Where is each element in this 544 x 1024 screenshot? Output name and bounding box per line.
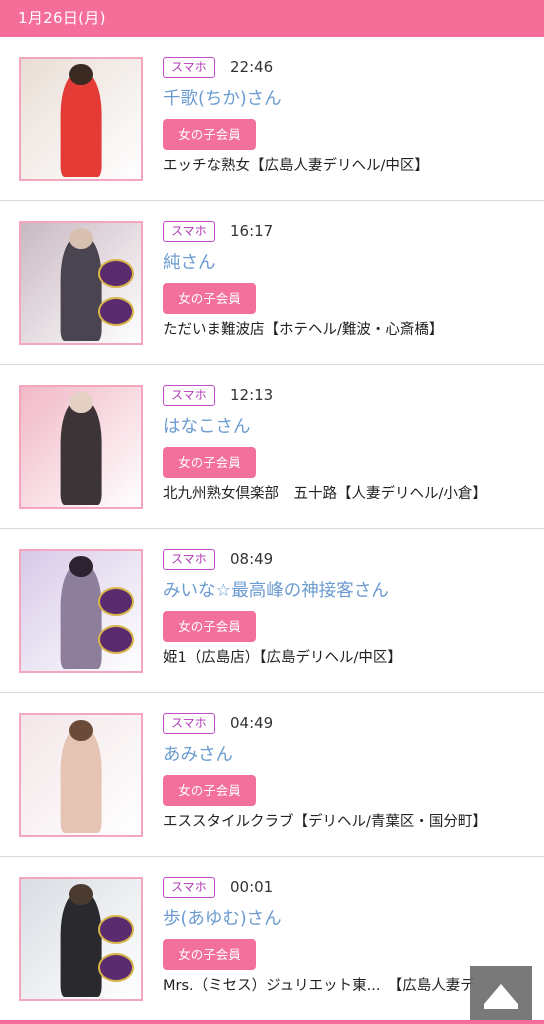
member-badge-button[interactable]: 女の子会員: [163, 775, 256, 806]
thumbnail-figure: [60, 565, 102, 669]
thumbnail-figure: [60, 237, 102, 341]
top-bar-icon: [484, 1004, 518, 1009]
shop-name[interactable]: 姫1（広島店）【広島デリヘル/中区】: [163, 647, 402, 669]
post-time: 00:01: [230, 878, 274, 896]
shop-name[interactable]: 北九州熟女倶楽部 五十路【人妻デリヘル/小倉】: [163, 483, 487, 505]
profile-thumbnail[interactable]: [19, 385, 143, 509]
profile-thumbnail[interactable]: [19, 221, 143, 345]
device-tag: スマホ: [163, 713, 215, 734]
thumbnail-head: [69, 883, 93, 906]
profile-thumbnail[interactable]: [19, 57, 143, 181]
device-tag: スマホ: [163, 549, 215, 570]
list-item[interactable]: スマホ 04:49 あみさん 女の子会員 エススタイルクラブ【デリヘル/青葉区・…: [0, 693, 544, 857]
thumbnail-head: [69, 719, 93, 742]
thumbnail-figure: [60, 893, 102, 997]
list-item[interactable]: スマホ 16:17 純さん 女の子会員 ただいま難波店【ホテヘル/難波・心斎橋】: [0, 201, 544, 365]
thumbnail-head: [69, 227, 93, 250]
ranking-badge-icon: [97, 625, 134, 655]
date-header: 1月26日(月): [0, 0, 544, 37]
device-tag: スマホ: [163, 221, 215, 242]
thumbnail-head: [69, 555, 93, 578]
list-item[interactable]: スマホ 08:49 みいな☆最高峰の神接客さん 女の子会員 姫1（広島店）【広島…: [0, 529, 544, 693]
post-time: 22:46: [230, 58, 274, 76]
post-time: 16:17: [230, 222, 274, 240]
ranking-badge-icon: [97, 915, 134, 944]
profile-thumbnail[interactable]: [19, 549, 143, 673]
thumbnail-figure: [60, 401, 102, 505]
post-time: 12:13: [230, 386, 274, 404]
girl-name-link[interactable]: 純さん: [163, 250, 216, 276]
list-item[interactable]: スマホ 22:46 千歌(ちか)さん 女の子会員 エッチな熟女【広島人妻デリヘル…: [0, 37, 544, 201]
device-tag: スマホ: [163, 877, 215, 898]
member-badge-button[interactable]: 女の子会員: [163, 611, 256, 642]
ranking-badge-icon: [97, 953, 134, 983]
shop-name[interactable]: Mrs.（ミセス）ジュリエット東... 【広島人妻デ: [163, 975, 475, 997]
device-tag: スマホ: [163, 57, 215, 78]
girl-name-link[interactable]: 千歌(ちか)さん: [163, 86, 282, 112]
girl-name-link[interactable]: あみさん: [163, 742, 233, 768]
ranking-badge-icon: [97, 587, 134, 616]
thumbnail-head: [69, 391, 93, 414]
scroll-to-top-button[interactable]: [470, 966, 532, 1024]
ranking-badge-icon: [97, 259, 134, 288]
diary-list: スマホ 22:46 千歌(ちか)さん 女の子会員 エッチな熟女【広島人妻デリヘル…: [0, 37, 544, 1021]
list-item[interactable]: スマホ 12:13 はなこさん 女の子会員 北九州熟女倶楽部 五十路【人妻デリヘ…: [0, 365, 544, 529]
ranking-badge-icon: [97, 297, 134, 327]
member-badge-button[interactable]: 女の子会員: [163, 447, 256, 478]
girl-name-link[interactable]: 歩(あゆむ)さん: [163, 906, 282, 932]
profile-thumbnail[interactable]: [19, 877, 143, 1001]
member-badge-button[interactable]: 女の子会員: [163, 119, 256, 150]
post-time: 08:49: [230, 550, 274, 568]
thumbnail-figure: [60, 729, 102, 833]
profile-thumbnail[interactable]: [19, 713, 143, 837]
list-item[interactable]: スマホ 00:01 歩(あゆむ)さん 女の子会員 Mrs.（ミセス）ジュリエット…: [0, 857, 544, 1021]
thumbnail-figure: [60, 73, 102, 177]
up-triangle-icon: [484, 984, 518, 1004]
member-badge-button[interactable]: 女の子会員: [163, 283, 256, 314]
girl-name-link[interactable]: はなこさん: [163, 414, 251, 440]
device-tag: スマホ: [163, 385, 215, 406]
shop-name[interactable]: ただいま難波店【ホテヘル/難波・心斎橋】: [163, 319, 443, 341]
post-time: 04:49: [230, 714, 274, 732]
member-badge-button[interactable]: 女の子会員: [163, 939, 256, 970]
bottom-accent-line: [0, 1020, 544, 1024]
thumbnail-head: [69, 63, 93, 86]
shop-name[interactable]: エッチな熟女【広島人妻デリヘル/中区】: [163, 155, 429, 177]
shop-name[interactable]: エススタイルクラブ【デリヘル/青葉区・国分町】: [163, 811, 487, 833]
girl-name-link[interactable]: みいな☆最高峰の神接客さん: [163, 578, 389, 604]
